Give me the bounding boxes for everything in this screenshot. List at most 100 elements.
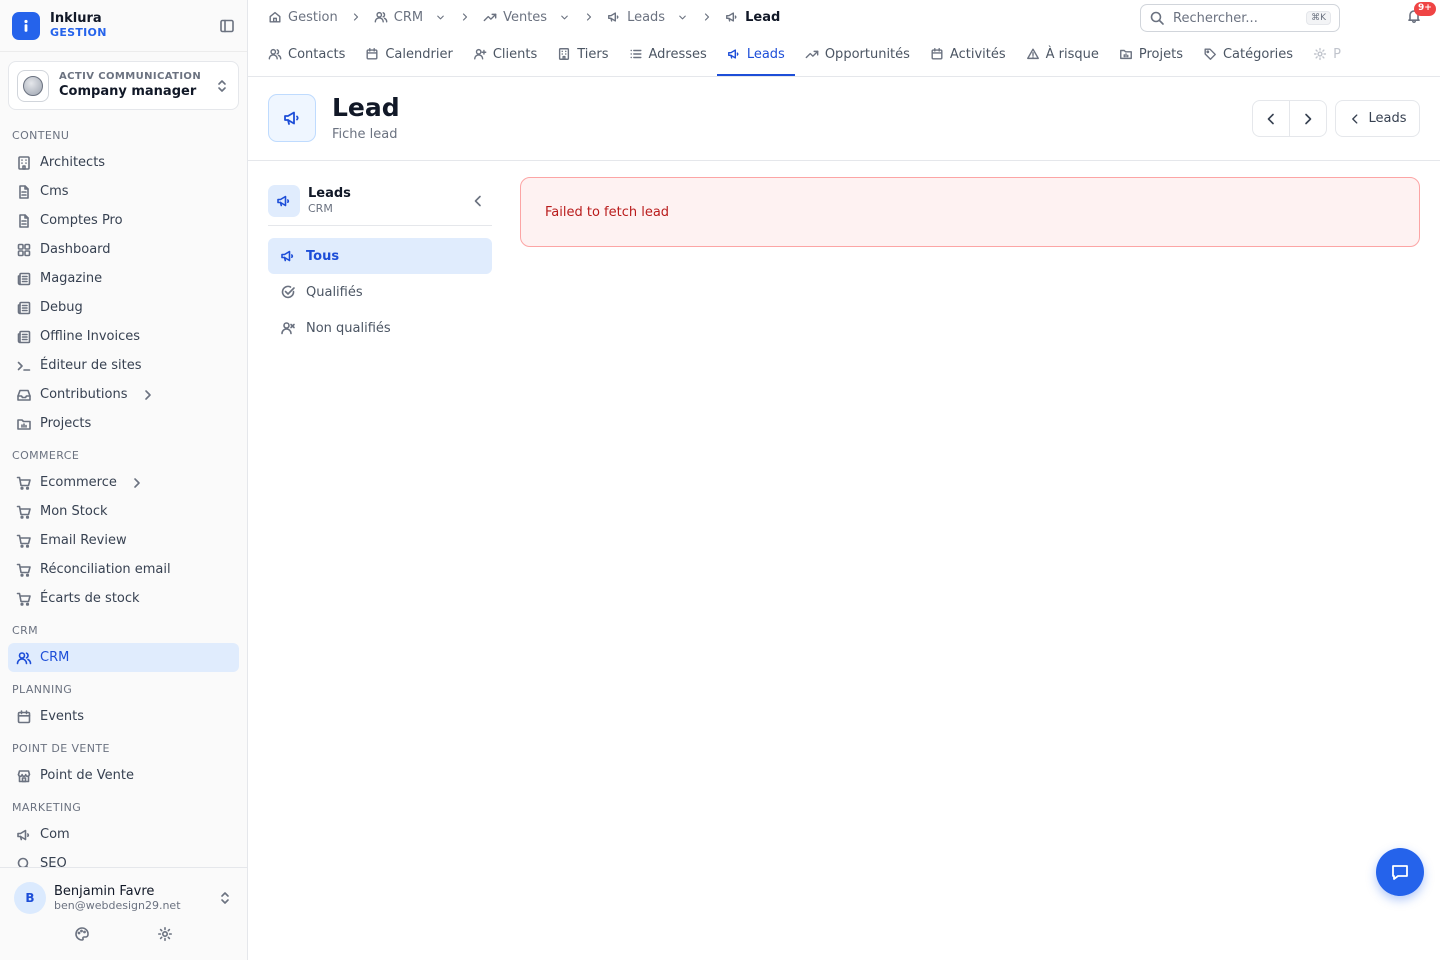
- search-shortcut: ⌘K: [1306, 11, 1331, 25]
- sidebar-item-magazine[interactable]: Magazine: [8, 264, 239, 293]
- sidebar-item-crm[interactable]: CRM: [8, 643, 239, 672]
- chevron-left-icon: [1263, 111, 1279, 127]
- breadcrumb-item[interactable]: Gestion: [268, 10, 338, 25]
- brand: Inklura GESTION: [0, 0, 247, 52]
- search-input[interactable]: Rechercher... ⌘K: [1140, 4, 1340, 32]
- sidebar-item-label: Ecommerce: [40, 475, 117, 490]
- tag-icon: [1203, 47, 1217, 61]
- sidebar-section-title: POINT DE VENTE: [12, 742, 110, 755]
- brand-logo-icon[interactable]: [12, 11, 40, 40]
- company-switcher[interactable]: ACTIV COMMUNICATION Company manager: [8, 61, 239, 110]
- building-icon: [16, 155, 32, 171]
- record-pager: [1252, 100, 1327, 137]
- tab-contacts[interactable]: Contacts: [258, 34, 355, 76]
- error-message: Failed to fetch lead: [545, 204, 670, 220]
- previous-button[interactable]: [1253, 101, 1289, 136]
- sidebar-item-events[interactable]: Events: [8, 702, 239, 731]
- breadcrumb-item[interactable]: Ventes: [483, 10, 571, 25]
- breadcrumb-item[interactable]: CRM: [374, 10, 447, 25]
- chevron-right-icon: [581, 9, 597, 25]
- megaphone-icon: [725, 10, 739, 24]
- sidebar-item-ecommerce[interactable]: Ecommerce: [8, 468, 239, 497]
- sidebar-item-contributions[interactable]: Contributions: [8, 380, 239, 409]
- megaphone-icon: [607, 10, 621, 24]
- tab-activites[interactable]: Activités: [920, 34, 1016, 76]
- chat-button[interactable]: [1376, 848, 1424, 896]
- page-subtitle: Fiche lead: [332, 127, 398, 142]
- sidebar-item-com[interactable]: Com: [8, 820, 239, 849]
- tab-tiers[interactable]: Tiers: [547, 34, 618, 76]
- newspaper-icon: [16, 271, 32, 287]
- chevron-right-icon: [1300, 111, 1316, 127]
- breadcrumb-item: Lead: [725, 10, 780, 25]
- sidebar-item-cms[interactable]: Cms: [8, 177, 239, 206]
- tab-projets[interactable]: Projets: [1109, 34, 1193, 76]
- users-icon: [268, 47, 282, 61]
- sidebar-item-offline-invoices[interactable]: Offline Invoices: [8, 322, 239, 351]
- chevron-down-icon[interactable]: [675, 10, 689, 24]
- sidebar-item-architects[interactable]: Architects: [8, 148, 239, 177]
- chevron-right-icon: [699, 9, 715, 25]
- chevron-down-icon[interactable]: [433, 10, 447, 24]
- breadcrumb-item[interactable]: Leads: [607, 10, 689, 25]
- sidebar-nav: CONTENU Architects Cms Comptes Pro Dashboard…: [0, 118, 247, 867]
- megaphone-icon: [727, 47, 741, 61]
- crm-tabs: Contacts Calendrier Clients Tiers Adresses Le…: [248, 34, 1440, 77]
- sidebar-item-email-review[interactable]: Email Review: [8, 526, 239, 555]
- sidebar-item-reconciliation-email[interactable]: Réconciliation email: [8, 555, 239, 584]
- sidebar-item-mon-stock[interactable]: Mon Stock: [8, 497, 239, 526]
- tab-clients[interactable]: Clients: [463, 34, 547, 76]
- sidebar-item-ecarts-de-stock[interactable]: Écarts de stock: [8, 584, 239, 613]
- tab-adresses[interactable]: Adresses: [619, 34, 717, 76]
- user-menu[interactable]: B Benjamin Favre ben@webdesign29.net: [0, 868, 247, 914]
- subnav-item-label: Non qualifiés: [306, 320, 391, 336]
- sidebar-section-title: CRM: [12, 624, 39, 637]
- sidebar-item-seo[interactable]: SEO: [8, 849, 239, 867]
- sidebar-item-label: Comptes Pro: [40, 213, 123, 228]
- sidebar-section-title: MARKETING: [12, 801, 82, 814]
- megaphone-icon: [16, 827, 32, 843]
- subnav-item-qualifies[interactable]: Qualifiés: [268, 274, 492, 310]
- subnav-item-non-qualifies[interactable]: Non qualifiés: [268, 310, 492, 346]
- subnav-item-label: Tous: [306, 248, 340, 264]
- chat-icon: [1392, 865, 1408, 880]
- tab-opportunites[interactable]: Opportunités: [795, 34, 920, 76]
- sidebar-item-dashboard[interactable]: Dashboard: [8, 235, 239, 264]
- subnav-icon: [268, 185, 300, 217]
- sidebar-item-debug[interactable]: Debug: [8, 293, 239, 322]
- chevrons-up-down-icon: [214, 78, 230, 94]
- tab-p[interactable]: P: [1303, 34, 1351, 76]
- tab-leads[interactable]: Leads: [716, 34, 795, 76]
- sidebar-item-projects[interactable]: Projects: [8, 409, 239, 438]
- trending-icon: [483, 10, 497, 24]
- gear-icon[interactable]: [157, 926, 173, 942]
- collapse-subnav-icon[interactable]: [470, 193, 486, 209]
- back-to-leads-button[interactable]: Leads: [1335, 100, 1420, 137]
- sidebar-item-point-de-vente[interactable]: Point de Vente: [8, 761, 239, 790]
- alert-icon: [1026, 47, 1040, 61]
- next-button[interactable]: [1289, 101, 1326, 136]
- sidebar-item-label: Offline Invoices: [40, 329, 141, 344]
- user-plus-icon: [473, 47, 487, 61]
- palette-icon[interactable]: [74, 926, 90, 942]
- tab-a-risque[interactable]: À risque: [1016, 34, 1109, 76]
- subnav-item-tous[interactable]: Tous: [268, 238, 492, 274]
- chevron-down-icon[interactable]: [557, 10, 571, 24]
- users-icon: [374, 10, 388, 24]
- sidebar-toggle-icon[interactable]: [219, 18, 235, 34]
- megaphone-icon: [280, 248, 296, 264]
- notifications-button[interactable]: 9+: [1406, 2, 1436, 28]
- sidebar-item-editeur-de-sites[interactable]: Éditeur de sites: [8, 351, 239, 380]
- newspaper-icon: [16, 300, 32, 316]
- error-alert: Failed to fetch lead: [520, 177, 1420, 247]
- calendar-icon: [16, 709, 32, 725]
- topbar: Gestion CRM Ventes Leads Lead Rechercher... …: [248, 0, 1440, 34]
- tab-calendrier[interactable]: Calendrier: [355, 34, 462, 76]
- cart-icon: [16, 475, 32, 491]
- sidebar-item-comptes-pro[interactable]: Comptes Pro: [8, 206, 239, 235]
- subnav-subtitle: CRM: [308, 202, 333, 216]
- tab-categories[interactable]: Catégories: [1193, 34, 1303, 76]
- sidebar-footer: B Benjamin Favre ben@webdesign29.net: [0, 867, 247, 960]
- brand-name: Inklura: [50, 11, 102, 27]
- sidebar-item-label: Com: [40, 827, 70, 842]
